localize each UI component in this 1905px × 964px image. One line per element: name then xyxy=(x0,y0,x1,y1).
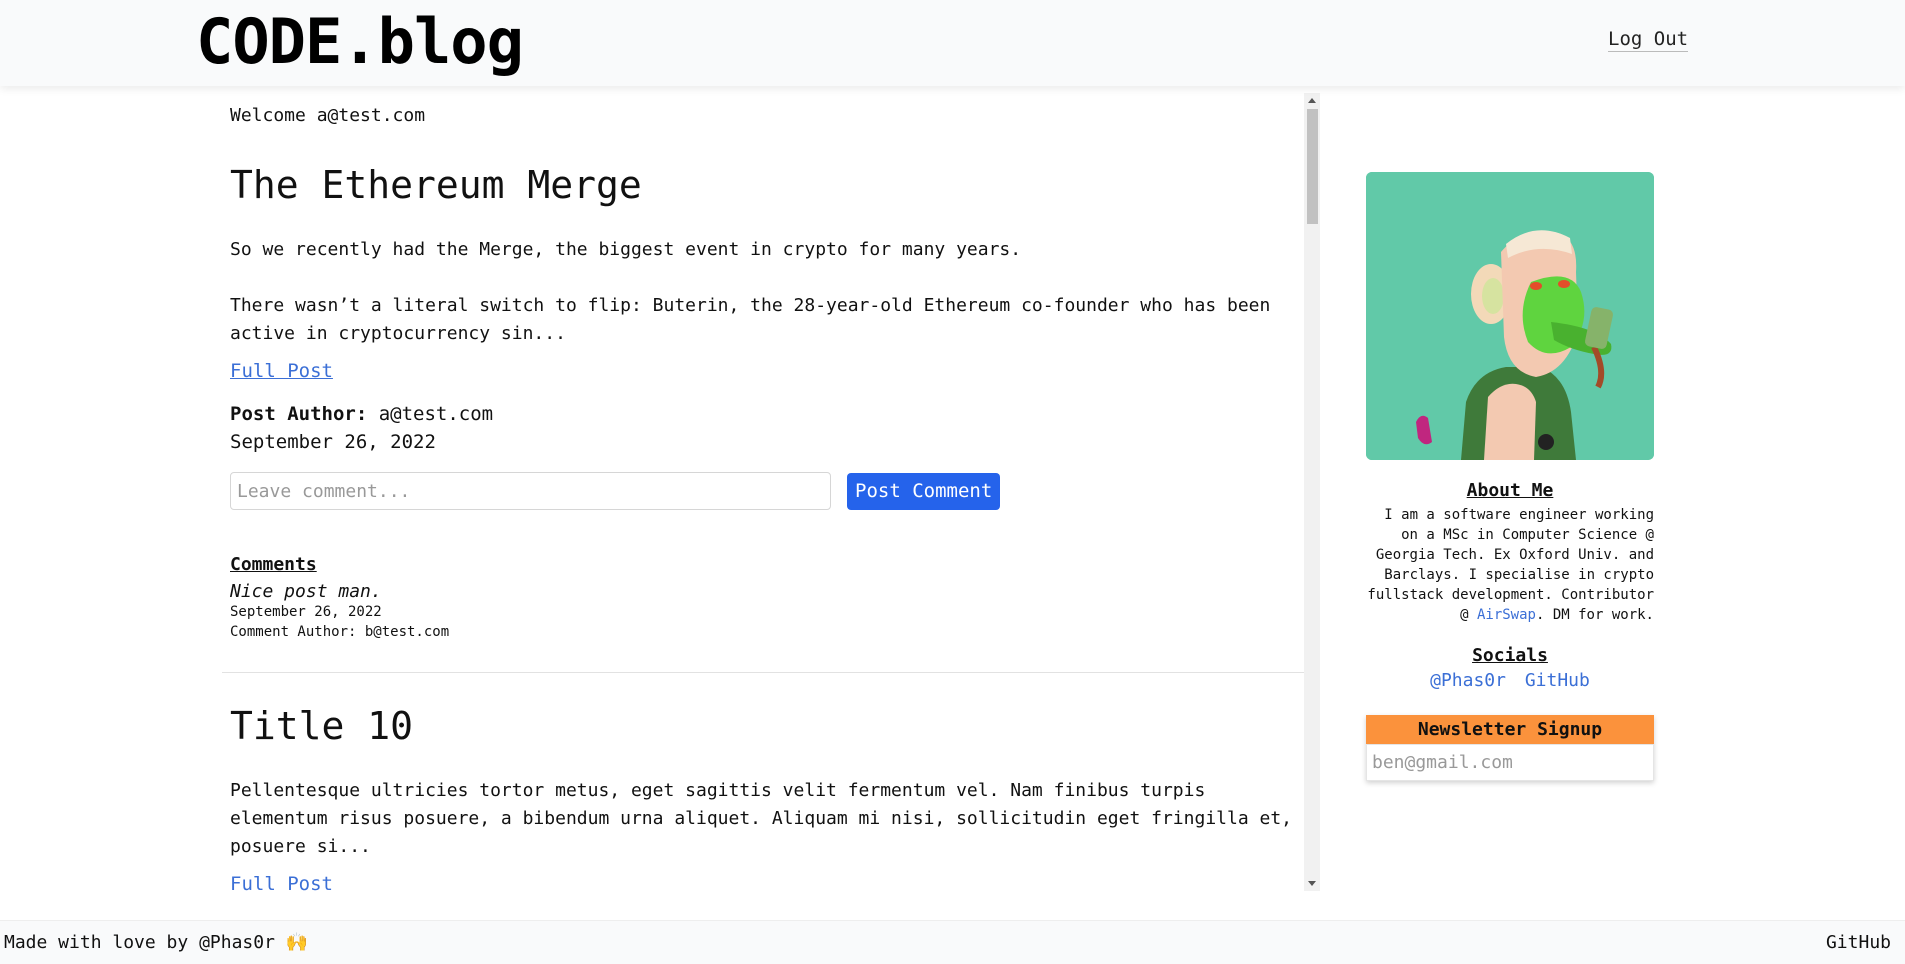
post-excerpt: Pellentesque ultricies tortor metus, ege… xyxy=(230,780,1293,857)
post-author-label: Post Author: xyxy=(230,403,368,425)
social-links: @Phas0r GitHub xyxy=(1366,670,1654,691)
post-excerpt: So we recently had the Merge, the bigges… xyxy=(230,239,1271,344)
about-text: I am a software engineer working on a MS… xyxy=(1366,505,1654,625)
scroll-up-icon[interactable] xyxy=(1308,98,1316,103)
about-text-part-1: I am a software engineer working on a MS… xyxy=(1367,507,1654,623)
avatar xyxy=(1366,172,1654,460)
socials-heading: Socials xyxy=(1472,645,1548,666)
newsletter-email-input[interactable] xyxy=(1366,744,1654,781)
comments-heading: Comments xyxy=(230,554,317,575)
comment-input[interactable] xyxy=(230,472,831,510)
newsletter-signup: Newsletter Signup xyxy=(1366,715,1654,781)
post-card: The Ethereum Merge So we recently had th… xyxy=(222,162,1304,673)
feed-scroll-content: Welcome a@test.com The Ethereum Merge So… xyxy=(222,93,1304,891)
comment-date: September 26, 2022 xyxy=(230,604,382,620)
scroll-thumb[interactable] xyxy=(1307,109,1318,224)
comment-form: Post Comment xyxy=(230,472,1296,510)
post-author: a@test.com xyxy=(378,403,494,425)
twitter-link[interactable]: @Phas0r xyxy=(1430,670,1506,691)
footer-github-link[interactable]: GitHub xyxy=(1826,932,1891,953)
post-title: The Ethereum Merge xyxy=(230,163,642,207)
site-header: CODE.blog Log Out xyxy=(0,0,1905,86)
post-feed[interactable]: Welcome a@test.com The Ethereum Merge So… xyxy=(222,93,1304,891)
post-comment-button[interactable]: Post Comment xyxy=(847,472,1001,510)
post-author-line: Post Author: a@test.com xyxy=(230,400,1296,428)
welcome-message: Welcome a@test.com xyxy=(230,105,426,126)
scroll-down-icon[interactable] xyxy=(1308,881,1316,886)
post-date: September 26, 2022 xyxy=(230,431,436,453)
full-post-link[interactable]: Full Post xyxy=(230,360,333,382)
newsletter-heading: Newsletter Signup xyxy=(1366,715,1654,744)
sidebar: About Me I am a software engineer workin… xyxy=(1366,172,1654,781)
post-meta: Post Author: a@test.com September 26, 20… xyxy=(230,400,1296,456)
ape-avatar-icon xyxy=(1366,172,1654,460)
about-heading: About Me xyxy=(1466,480,1554,501)
airswap-link[interactable]: AirSwap xyxy=(1477,607,1536,623)
logout-button[interactable]: Log Out xyxy=(1608,28,1689,52)
full-post-link[interactable]: Full Post xyxy=(230,873,333,891)
about-text-part-2: . DM for work. xyxy=(1535,607,1654,623)
footer-credit: Made with love by @Phas0r 🙌 xyxy=(4,932,309,953)
comment-item: Nice post man. September 26, 2022 Commen… xyxy=(230,581,1296,642)
comment-text: Nice post man. xyxy=(230,581,382,602)
github-link[interactable]: GitHub xyxy=(1525,670,1590,691)
site-footer: Made with love by @Phas0r 🙌 GitHub xyxy=(0,920,1905,964)
site-logo[interactable]: CODE.blog xyxy=(196,6,524,78)
comment-author: Comment Author: b@test.com xyxy=(230,624,450,640)
post-card: Title 10 Pellentesque ultricies tortor m… xyxy=(222,703,1304,891)
feed-scrollbar[interactable] xyxy=(1304,93,1320,891)
post-title: Title 10 xyxy=(230,704,414,748)
